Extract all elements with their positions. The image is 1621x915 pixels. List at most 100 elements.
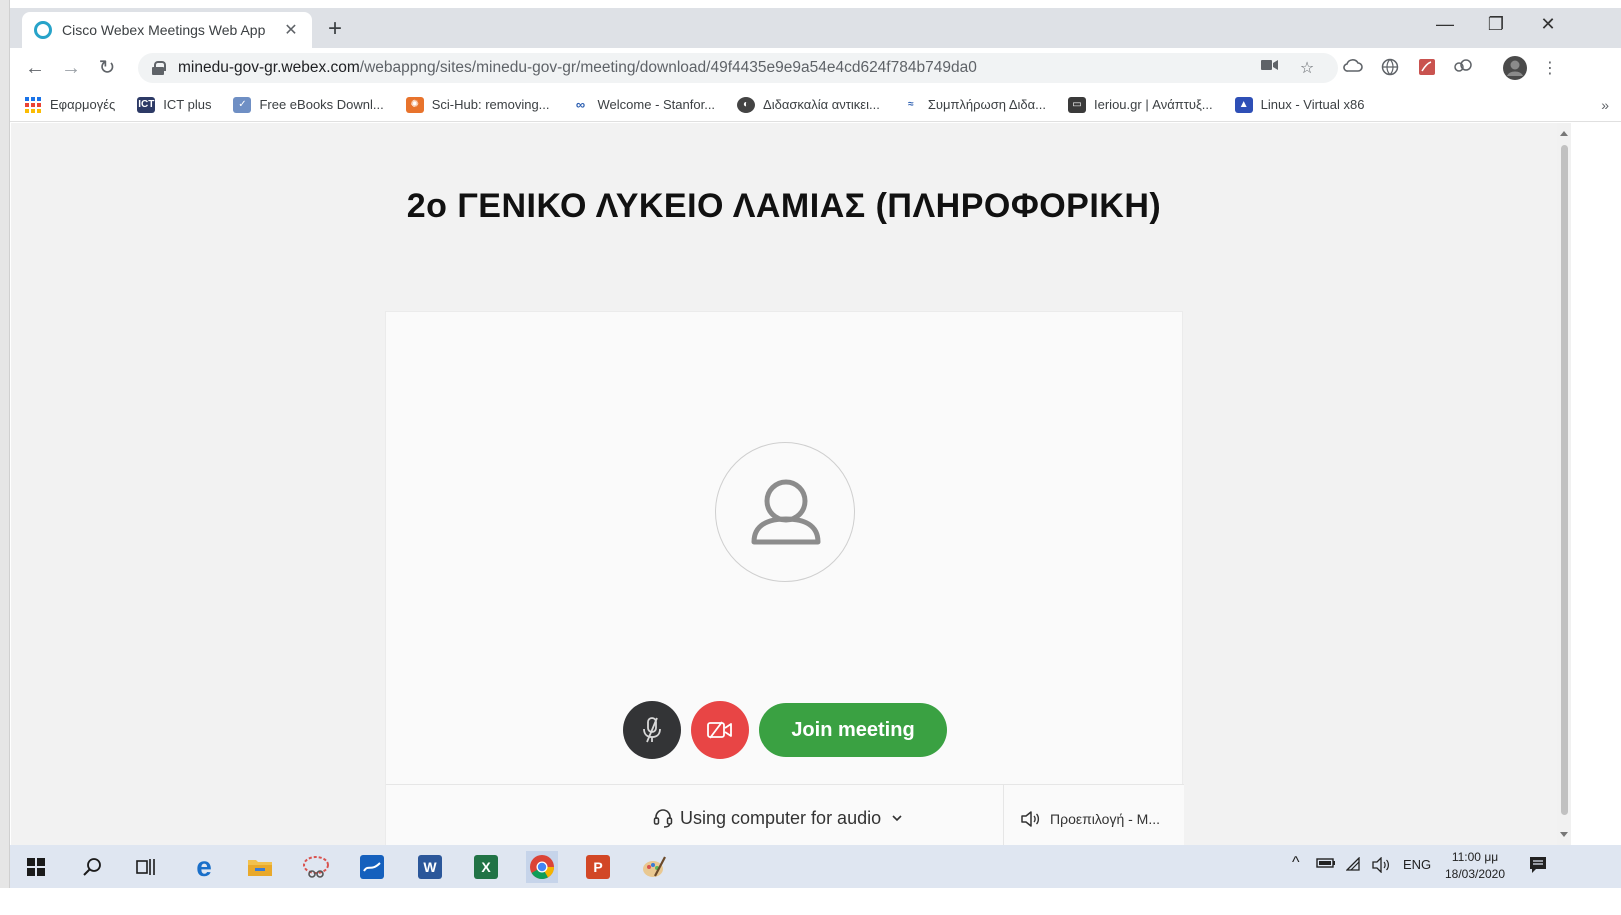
bookmark-symplirosi[interactable]: ≈ Συμπλήρωση Διδα...	[902, 97, 1046, 113]
bookmark-ict-plus[interactable]: ICT ICT plus	[137, 96, 212, 113]
screen: Cisco Webex Meetings Web App ✕ + — ❐ ✕ ←…	[0, 0, 1621, 915]
tray-clock[interactable]: 11:00 μμ 18/03/2020	[1438, 849, 1512, 883]
audio-connection-select[interactable]: Using computer for audio	[652, 807, 903, 829]
scroll-up-icon[interactable]	[1560, 131, 1568, 136]
back-icon[interactable]: ←	[22, 56, 48, 82]
bookmark-label: ICT plus	[163, 97, 212, 112]
taskbar-whiteboard[interactable]	[356, 851, 388, 883]
search-button[interactable]	[76, 851, 108, 883]
monitor-icon: ▭	[1068, 96, 1087, 113]
bookmarks-overflow-icon[interactable]: »	[1601, 97, 1609, 113]
bookmark-didaskalia[interactable]: ◐ Διδασκαλία αντικει...	[737, 96, 880, 113]
clock-date: 18/03/2020	[1444, 867, 1506, 881]
browser-menu-icon[interactable]: ⋮	[1539, 58, 1561, 78]
edge-icon: e	[196, 851, 212, 882]
excel-icon: X	[474, 855, 498, 879]
cloud-extension-icon[interactable]	[1342, 58, 1364, 78]
bookmark-label: Συμπλήρωση Διδα...	[927, 97, 1047, 112]
whiteboard-icon	[360, 855, 384, 879]
taskbar-snipping-tool[interactable]	[300, 851, 332, 883]
headset-icon	[653, 809, 673, 828]
tray-battery-icon[interactable]	[1316, 857, 1336, 872]
tab-strip: Cisco Webex Meetings Web App ✕ + — ❐ ✕	[10, 8, 1621, 48]
apps-grid-icon	[24, 96, 42, 113]
bookmark-sci-hub[interactable]: ✺ Sci-Hub: removing...	[405, 96, 550, 113]
word-icon: W	[418, 855, 442, 879]
join-meeting-button[interactable]: Join meeting	[759, 703, 947, 757]
forward-icon[interactable]: →	[58, 56, 84, 82]
url-path: /webappng/sites/minedu-gov-gr/meeting/do…	[359, 59, 977, 76]
scroll-down-icon[interactable]	[1560, 832, 1568, 837]
avatar	[715, 442, 855, 582]
taskbar-paint[interactable]	[638, 851, 670, 883]
bookmark-label: Διδασκαλία αντικει...	[763, 97, 880, 112]
scrollbar-thumb[interactable]	[1561, 145, 1568, 815]
windows-taskbar: e W X P ^ ENG 11:00 μμ 18/03/2020	[10, 845, 1621, 888]
bookmark-label: Free eBooks Downl...	[259, 97, 384, 112]
bookmark-label: Εφαρμογές	[50, 97, 116, 112]
taskbar-word[interactable]: W	[414, 851, 446, 883]
preview-card: Join meeting Using computer for audio Πρ…	[385, 311, 1184, 845]
linux-icon: ▲	[1234, 96, 1253, 113]
page-scrollbar[interactable]	[1557, 123, 1571, 845]
scihub-icon: ✺	[405, 96, 424, 113]
audio-divider	[1003, 785, 1004, 845]
window-left-edge	[0, 0, 10, 915]
globe-icon: ◐	[737, 96, 756, 113]
action-center-icon[interactable]	[1528, 855, 1548, 878]
task-view-button[interactable]	[130, 851, 162, 883]
start-button[interactable]	[20, 851, 52, 883]
profile-avatar-icon[interactable]	[1502, 55, 1528, 81]
powerpoint-icon: P	[586, 855, 610, 879]
taskbar-excel[interactable]: X	[470, 851, 502, 883]
tab-close-icon[interactable]: ✕	[282, 20, 300, 40]
tray-wifi-icon[interactable]	[1345, 856, 1364, 874]
mute-button[interactable]	[623, 701, 681, 759]
new-tab-button[interactable]: +	[322, 16, 348, 42]
taskbar-edge[interactable]: e	[188, 851, 220, 883]
ict-icon: ICT	[137, 96, 156, 113]
task-view-icon	[136, 859, 155, 875]
speaker-select[interactable]: Προεπιλογή - M...	[1020, 809, 1160, 829]
tray-volume-icon[interactable]	[1372, 856, 1392, 876]
restore-icon[interactable]: ❐	[1476, 14, 1516, 35]
audio-option-label: Using computer for audio	[680, 807, 882, 828]
bookmark-stanford[interactable]: ∞ Welcome - Stanfor...	[572, 96, 715, 113]
bookmark-star-icon[interactable]: ☆	[1296, 58, 1318, 78]
speaker-option-label: Προεπιλογή - M...	[1050, 811, 1161, 827]
reload-icon[interactable]: ↻	[94, 56, 120, 82]
close-window-icon[interactable]: ✕	[1528, 14, 1568, 35]
taskbar-powerpoint[interactable]: P	[582, 851, 614, 883]
minimize-icon[interactable]: —	[1425, 14, 1465, 35]
lock-icon	[152, 61, 166, 75]
pdf-extension-icon[interactable]	[1416, 58, 1438, 78]
folder-icon	[248, 860, 272, 876]
url-text: minedu-gov-gr.webex.com/webappng/sites/m…	[178, 59, 977, 77]
snipping-tool-icon	[303, 856, 329, 878]
extension-icon[interactable]	[1452, 58, 1474, 78]
bookmark-label: Linux - Virtual x86	[1260, 97, 1365, 112]
bookmark-label: Ieriou.gr | Ανάπτυξ...	[1094, 97, 1213, 112]
camera-indicator-icon[interactable]	[1259, 58, 1281, 78]
site-icon: ≈	[908, 98, 914, 110]
url-host: minedu-gov-gr.webex.com	[178, 59, 360, 76]
tray-expand-icon[interactable]: ^	[1292, 854, 1300, 872]
tab-webex[interactable]: Cisco Webex Meetings Web App ✕	[22, 12, 312, 48]
address-bar[interactable]: minedu-gov-gr.webex.com/webappng/sites/m…	[138, 53, 1338, 83]
bookmark-free-ebooks[interactable]: ✓ Free eBooks Downl...	[233, 96, 384, 113]
stanford-icon: ∞	[575, 96, 586, 112]
stop-video-button[interactable]	[691, 701, 749, 759]
taskbar-chrome[interactable]	[526, 851, 558, 883]
clock-time: 11:00 μμ	[1451, 850, 1499, 864]
webex-favicon-icon	[34, 21, 52, 39]
microphone-muted-icon	[643, 717, 661, 743]
bookmark-ieriou[interactable]: ▭ Ieriou.gr | Ανάπτυξ...	[1068, 96, 1213, 113]
bookmark-label: Sci-Hub: removing...	[431, 97, 550, 112]
vpn-extension-icon[interactable]	[1379, 58, 1401, 78]
video-off-icon	[707, 721, 732, 739]
bookmark-apps[interactable]: Εφαρμογές	[24, 96, 116, 113]
user-placeholder-icon	[751, 479, 821, 545]
bookmark-linux-virtual[interactable]: ▲ Linux - Virtual x86	[1234, 96, 1365, 113]
tray-language[interactable]: ENG	[1403, 857, 1431, 872]
taskbar-file-explorer[interactable]	[244, 851, 276, 883]
